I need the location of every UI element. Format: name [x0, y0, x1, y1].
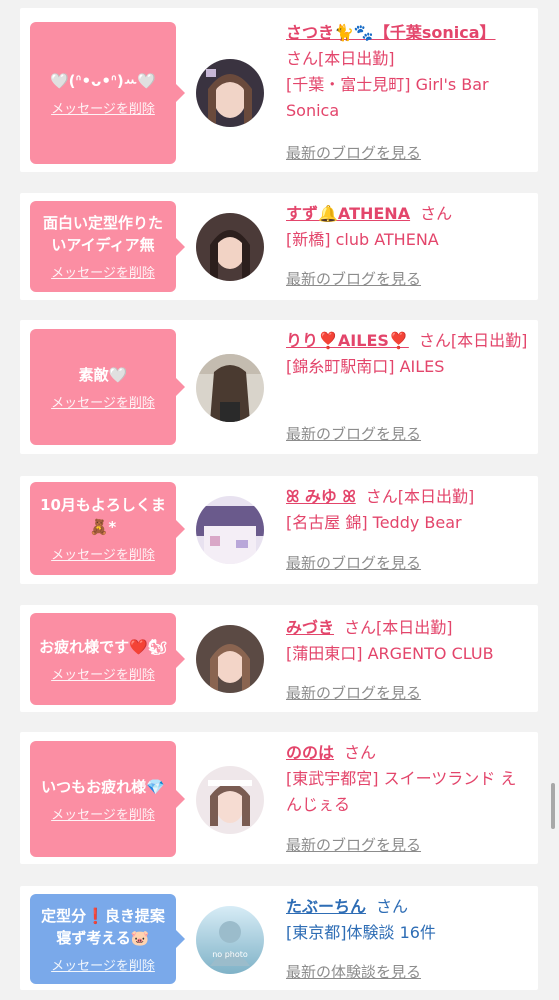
delete-message-link[interactable]: メッセージを削除	[51, 544, 155, 563]
delete-message-link[interactable]: メッセージを削除	[51, 98, 155, 117]
message-text: いつもお疲れ様💎	[41, 777, 165, 796]
message-bubble: 🤍(ᐢ•ᴗ•ᐢ)ꕀ🤍 メッセージを削除	[30, 22, 185, 164]
cast-info: みづき さん[本日出勤] [蒲田東口] ARGENTO CLUB	[286, 615, 530, 667]
latest-blog-link[interactable]: 最新のブログを見る	[286, 423, 421, 444]
page: 🤍(ᐢ•ᴗ•ᐢ)ꕀ🤍 メッセージを削除 さつき🐈🐾【千葉sonica】 さん[本…	[0, 0, 559, 1000]
latest-blog-link[interactable]: 最新のブログを見る	[286, 268, 421, 289]
delete-message-link[interactable]: メッセージを削除	[51, 392, 155, 411]
latest-blog-link[interactable]: 最新のブログを見る	[286, 834, 421, 855]
shop-location: [東武宇都宮] スイーツランド えんじぇる	[286, 769, 517, 814]
message-text: 🤍(ᐢ•ᴗ•ᐢ)ꕀ🤍	[50, 71, 156, 90]
cast-name-link[interactable]: たぶーちん	[286, 897, 366, 916]
honorific: さん	[365, 487, 398, 506]
honorific: さん	[344, 618, 377, 637]
avatar[interactable]	[196, 625, 264, 693]
latest-blog-link[interactable]: 最新のブログを見る	[286, 142, 421, 163]
message-text: お疲れ様です❤️🐿	[39, 637, 167, 656]
attendance-status: [本日出勤]	[397, 487, 475, 506]
delete-message-link[interactable]: メッセージを削除	[51, 955, 155, 974]
message-bubble: いつもお疲れ様💎 メッセージを削除	[30, 741, 185, 857]
avatar[interactable]	[196, 59, 264, 127]
attendance-status: [本日出勤]	[450, 331, 528, 350]
honorific: さん	[344, 743, 377, 762]
cast-info: さつき🐈🐾【千葉sonica】 さん[本日出勤] [千葉・富士見町] Girl'…	[286, 20, 530, 124]
shop-location: [名古屋 錦] Teddy Bear	[286, 513, 462, 532]
list-item: 10月もよろしくま🧸* メッセージを削除 ꕤ みゆ ꕤ さん[本日出勤] [名古屋…	[20, 476, 538, 584]
list-item: いつもお疲れ様💎 メッセージを削除 ののは さん [東武宇都宮] スイーツランド …	[20, 732, 538, 864]
message-bubble: 素敵🤍 メッセージを削除	[30, 329, 185, 445]
honorific: さん	[376, 897, 409, 916]
shop-location: [千葉・富士見町] Girl's Bar Sonica	[286, 75, 489, 120]
no-photo-label: no photo	[212, 950, 248, 959]
honorific: さん	[286, 49, 319, 68]
shop-location: [蒲田東口] ARGENTO CLUB	[286, 644, 494, 663]
message-bubble: 定型分❗️良き提案寝ず考える🐷 メッセージを削除	[30, 894, 185, 984]
cast-info: ꕤ みゆ ꕤ さん[本日出勤] [名古屋 錦] Teddy Bear	[286, 484, 530, 536]
list-item: お疲れ様です❤️🐿 メッセージを削除 みづき さん[本日出勤] [蒲田東口] AR…	[20, 605, 538, 712]
list-item: 素敵🤍 メッセージを削除 りり❣️AILES❣️ さん[本日出勤] [錦糸町駅南口…	[20, 320, 538, 454]
message-text: 面白い定型作りたいアイディア無	[42, 214, 163, 254]
avatar[interactable]	[196, 354, 264, 422]
list-item: 面白い定型作りたいアイディア無 メッセージを削除 すず🔔ATHENA さん [新橋…	[20, 193, 538, 300]
cast-info: すず🔔ATHENA さん [新橋] club ATHENA	[286, 201, 530, 253]
honorific: さん	[420, 204, 453, 223]
message-text: 10月もよろしくま🧸*	[40, 496, 166, 536]
cast-name-link[interactable]: ののは	[286, 743, 334, 762]
shop-location: [錦糸町駅南口] AILES	[286, 357, 445, 376]
avatar[interactable]	[196, 213, 264, 281]
cast-name-link[interactable]: すず🔔ATHENA	[286, 204, 410, 223]
cast-name-link[interactable]: さつき🐈🐾【千葉sonica】	[286, 23, 496, 42]
attendance-status: [本日出勤]	[318, 49, 395, 68]
message-text: 素敵🤍	[78, 365, 128, 384]
avatar[interactable]	[196, 496, 264, 564]
message-bubble: お疲れ様です❤️🐿 メッセージを削除	[30, 613, 185, 705]
cast-name-link[interactable]: ꕤ みゆ ꕤ	[286, 487, 356, 506]
cast-name-link[interactable]: みづき	[286, 618, 334, 637]
list-item: 定型分❗️良き提案寝ず考える🐷 メッセージを削除 no photo たぶーちんさ…	[20, 886, 538, 990]
experience-location: [東京都]体験談 16件	[286, 923, 436, 942]
delete-message-link[interactable]: メッセージを削除	[51, 262, 155, 281]
delete-message-link[interactable]: メッセージを削除	[51, 664, 155, 683]
cast-info: たぶーちん さん [東京都]体験談 16件	[286, 894, 530, 946]
latest-experience-link[interactable]: 最新の体験談を見る	[286, 961, 421, 982]
avatar[interactable]	[196, 766, 264, 834]
cast-name-link[interactable]: りり❣️AILES❣️	[286, 331, 409, 350]
list-item: 🤍(ᐢ•ᴗ•ᐢ)ꕀ🤍 メッセージを削除 さつき🐈🐾【千葉sonica】 さん[本…	[20, 8, 538, 172]
latest-blog-link[interactable]: 最新のブログを見る	[286, 552, 421, 573]
scrollbar[interactable]	[551, 783, 555, 829]
cast-info: ののは さん [東武宇都宮] スイーツランド えんじぇる	[286, 740, 530, 818]
no-photo-avatar[interactable]: no photo	[196, 906, 264, 974]
cast-info: りり❣️AILES❣️ さん[本日出勤] [錦糸町駅南口] AILES	[286, 328, 530, 380]
message-bubble: 面白い定型作りたいアイディア無 メッセージを削除	[30, 201, 185, 292]
delete-message-link[interactable]: メッセージを削除	[51, 804, 155, 823]
message-bubble: 10月もよろしくま🧸* メッセージを削除	[30, 482, 185, 575]
honorific: さん	[418, 331, 451, 350]
shop-location: [新橋] club ATHENA	[286, 230, 439, 249]
message-text: 定型分❗️良き提案寝ず考える🐷	[41, 906, 165, 947]
latest-blog-link[interactable]: 最新のブログを見る	[286, 682, 421, 703]
attendance-status: [本日出勤]	[376, 618, 453, 637]
